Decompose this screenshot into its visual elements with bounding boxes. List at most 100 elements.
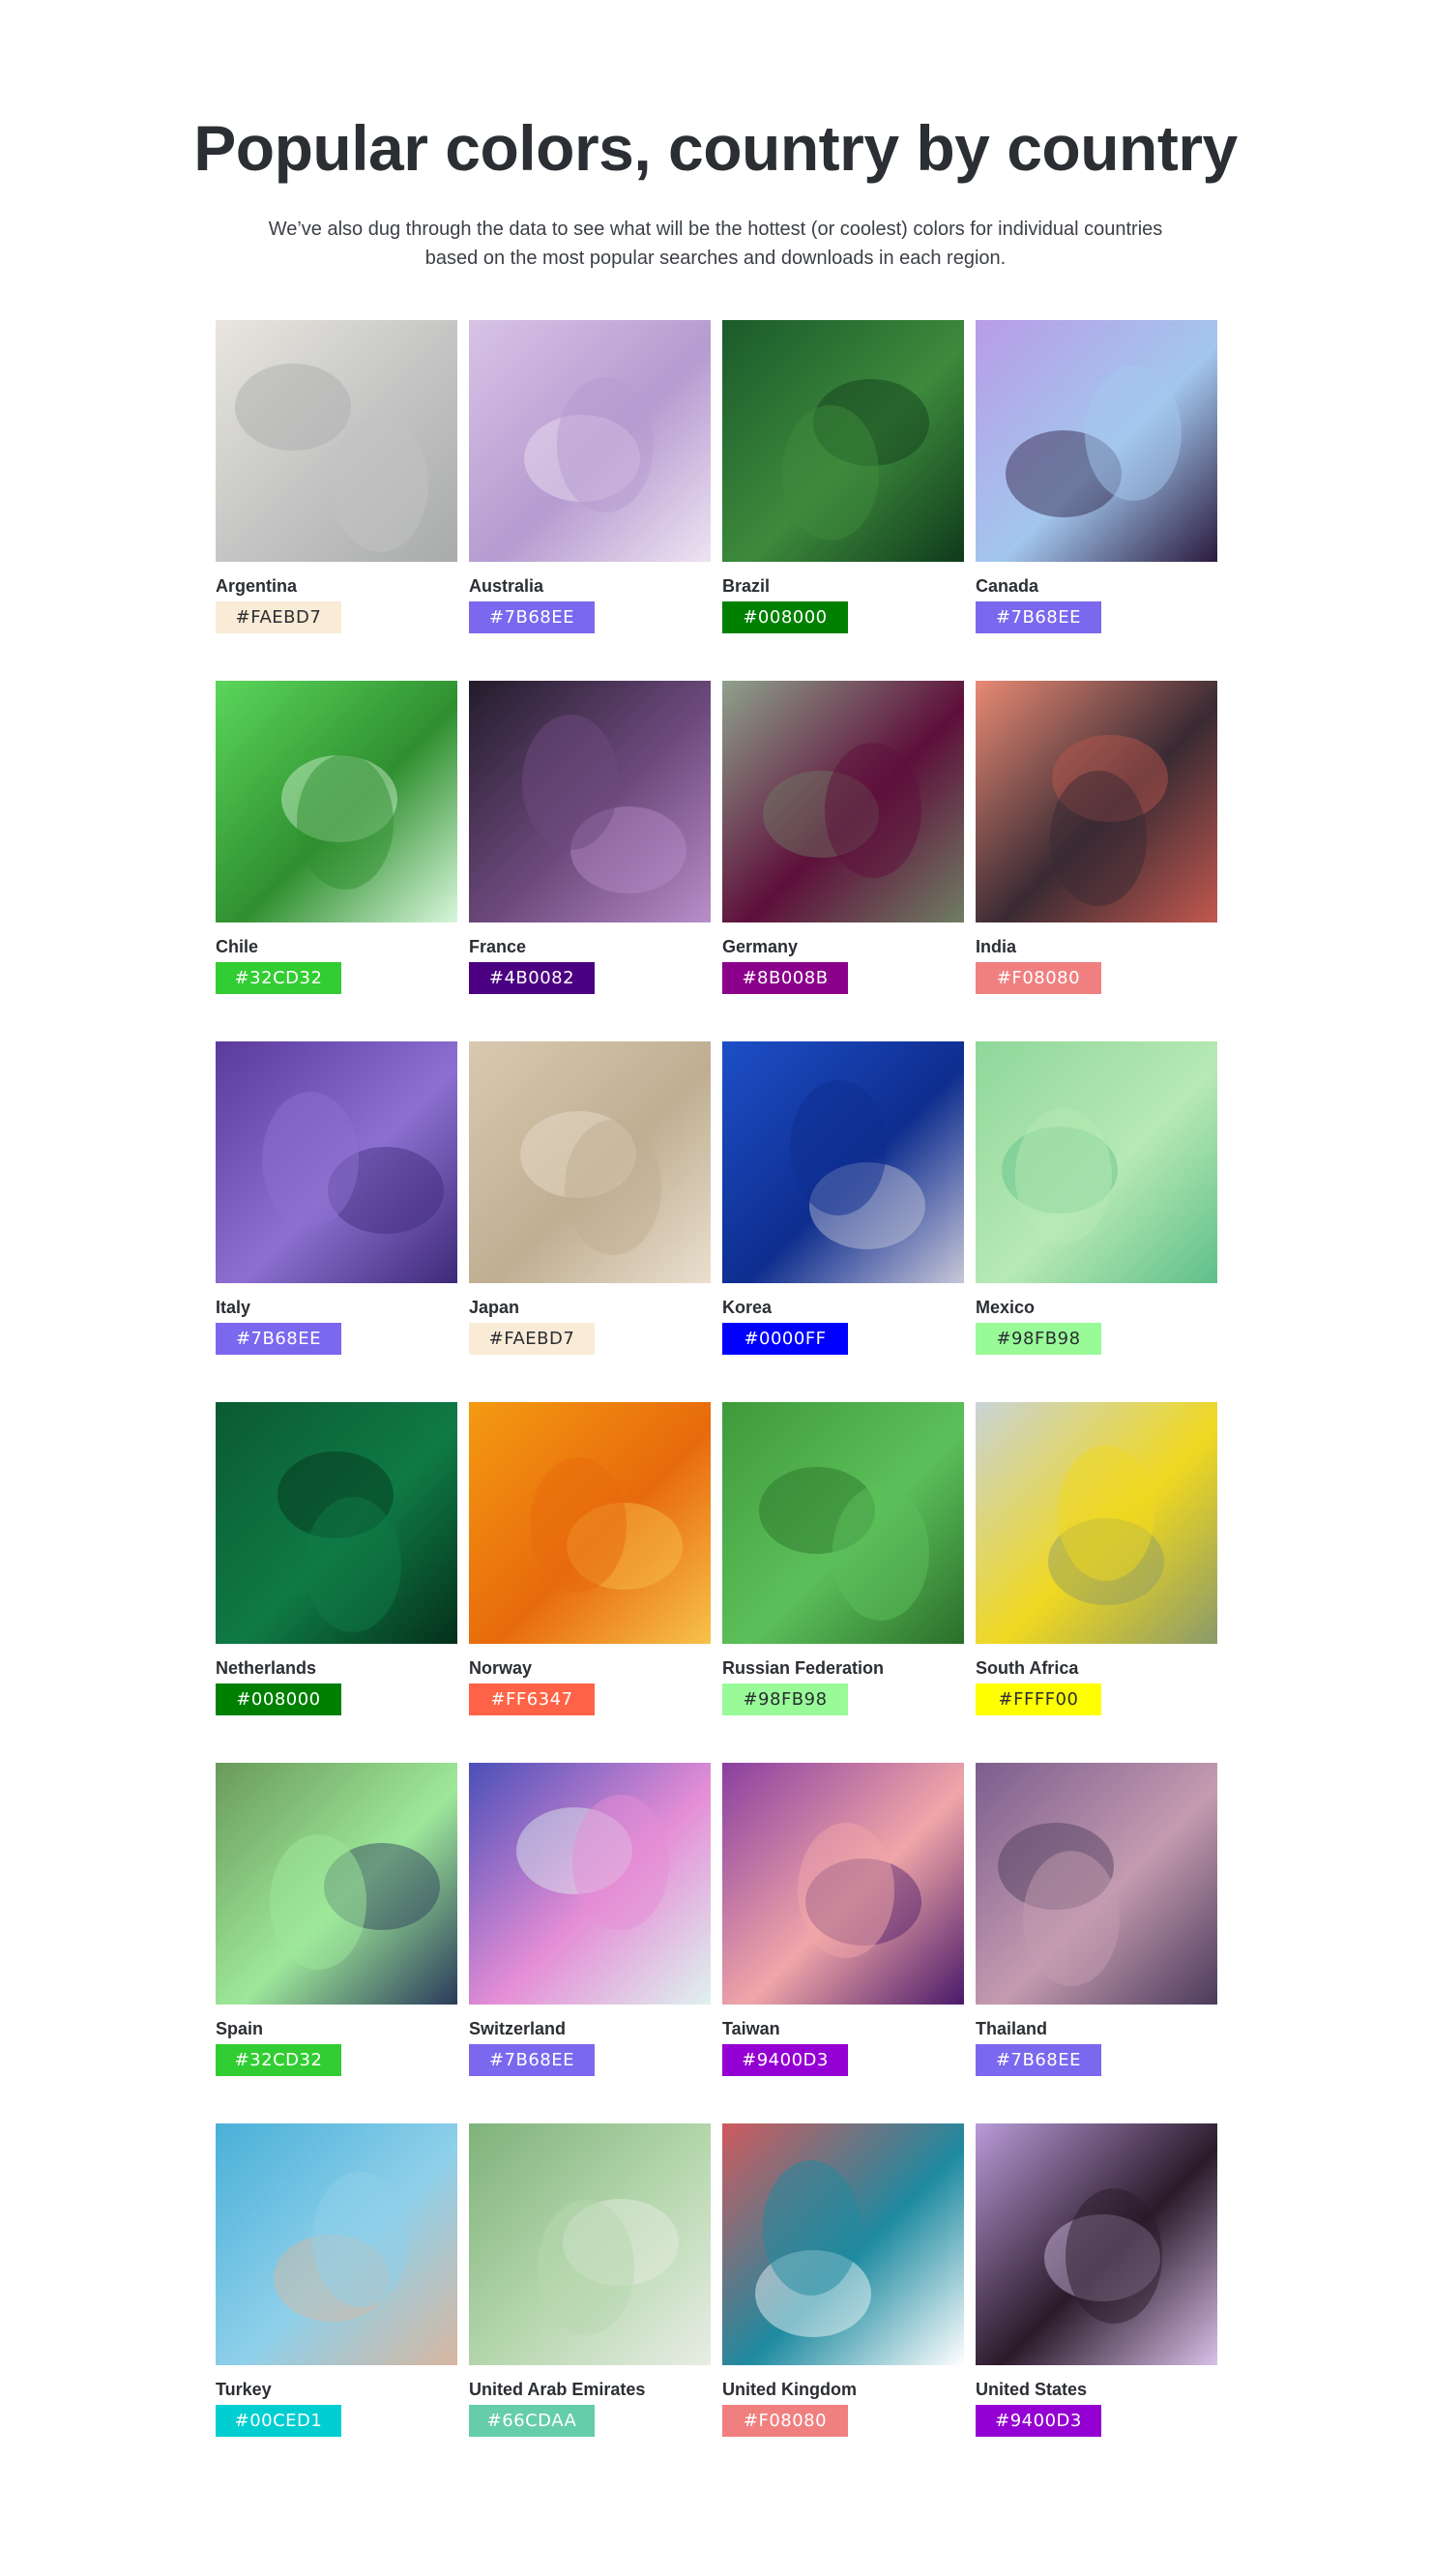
- runner-jumping-photo[interactable]: [976, 320, 1217, 562]
- country-name: Brazil: [722, 576, 771, 596]
- color-swatch[interactable]: #66CDAA: [469, 2405, 595, 2437]
- purple-tent-night-illustration[interactable]: [722, 1763, 964, 2005]
- color-swatch[interactable]: #FAEBD7: [469, 1323, 595, 1355]
- country-name: United Kingdom: [722, 2380, 857, 2399]
- pink-salt-lake-photo[interactable]: [469, 320, 711, 562]
- lavender-field-photo[interactable]: [216, 1041, 457, 1283]
- country-name: Italy: [216, 1298, 251, 1317]
- green-plant-illustration[interactable]: [216, 681, 457, 922]
- diver-underwater-photo[interactable]: [216, 1402, 457, 1644]
- country-card: France #4B0082: [469, 681, 711, 1041]
- country-card: Germany #8B008B: [722, 681, 964, 1041]
- cactus-fruit-photo[interactable]: [722, 681, 964, 922]
- country-card: Turkey #00CED1: [216, 2123, 457, 2484]
- color-swatch[interactable]: #8B008B: [722, 962, 848, 994]
- country-card: Spain #32CD32: [216, 1763, 457, 2123]
- color-swatch[interactable]: #7B68EE: [216, 1323, 341, 1355]
- color-swatch[interactable]: #0000FF: [722, 1323, 848, 1355]
- color-swatch[interactable]: #32CD32: [216, 2044, 341, 2076]
- country-card: United Kingdom #F08080: [722, 2123, 964, 2484]
- country-name: Mexico: [976, 1298, 1036, 1317]
- color-swatch[interactable]: #32CD32: [216, 962, 341, 994]
- color-swatch[interactable]: #FFFF00: [976, 1683, 1101, 1715]
- country-name: Germany: [722, 937, 799, 956]
- country-name: Argentina: [216, 576, 298, 596]
- country-name: Japan: [469, 1298, 520, 1317]
- country-card: United States #9400D3: [976, 2123, 1217, 2484]
- yellow-bird-flowers-photo[interactable]: [976, 1402, 1217, 1644]
- coral-canyon-photo[interactable]: [976, 681, 1217, 922]
- country-name: India: [976, 937, 1017, 956]
- blue-fabric-photo[interactable]: [722, 1041, 964, 1283]
- country-name: Spain: [216, 2019, 264, 2038]
- tennis-court-aerial-photo[interactable]: [722, 2123, 964, 2365]
- color-swatch[interactable]: #FF6347: [469, 1683, 595, 1715]
- woman-in-grass-photo[interactable]: [722, 1402, 964, 1644]
- country-name: Korea: [722, 1298, 773, 1317]
- country-name: Netherlands: [216, 1658, 317, 1678]
- country-card: South Africa #FFFF00: [976, 1402, 1217, 1763]
- page-title: Popular colors, country by country: [193, 112, 1238, 184]
- country-card: Taiwan #9400D3: [722, 1763, 964, 2123]
- green-leaves-photo[interactable]: [722, 320, 964, 562]
- country-card: Russian Federation #98FB98: [722, 1402, 964, 1763]
- country-card: Italy #7B68EE: [216, 1041, 457, 1402]
- country-name: France: [469, 937, 527, 956]
- country-name: Thailand: [976, 2019, 1048, 2038]
- country-name: Switzerland: [469, 2019, 567, 2038]
- country-card: Chile #32CD32: [216, 681, 457, 1041]
- country-card: Canada #7B68EE: [976, 320, 1217, 681]
- country-card: Mexico #98FB98: [976, 1041, 1217, 1402]
- country-card: India #F08080: [976, 681, 1217, 1041]
- woman-curly-hair-photo[interactable]: [976, 2123, 1217, 2365]
- color-swatch[interactable]: #9400D3: [722, 2044, 848, 2076]
- country-card: Thailand #7B68EE: [976, 1763, 1217, 2123]
- country-name: Chile: [216, 937, 259, 956]
- green-triangles-pattern[interactable]: [976, 1041, 1217, 1283]
- blue-terraces-photo[interactable]: [216, 2123, 457, 2365]
- purple-palm-leaf-photo[interactable]: [469, 1763, 711, 2005]
- couple-green-wall-photo[interactable]: [216, 1763, 457, 2005]
- color-swatch[interactable]: #F08080: [976, 962, 1101, 994]
- orange-panels-photo[interactable]: [469, 1402, 711, 1644]
- egg-on-linen-photo[interactable]: [469, 1041, 711, 1283]
- color-swatch[interactable]: #F08080: [722, 2405, 848, 2437]
- country-card: Switzerland #7B68EE: [469, 1763, 711, 2123]
- color-swatch[interactable]: #7B68EE: [469, 601, 595, 633]
- popular-colors-section: Popular colors, country by country We’ve…: [0, 0, 1431, 2576]
- sunset-beach-photo[interactable]: [976, 1763, 1217, 2005]
- color-swatch[interactable]: #98FB98: [976, 1323, 1101, 1355]
- country-card: Korea #0000FF: [722, 1041, 964, 1402]
- country-card: Australia #7B68EE: [469, 320, 711, 681]
- page-subtitle: We’ve also dug through the data to see w…: [268, 219, 1163, 269]
- country-card: Netherlands #008000: [216, 1402, 457, 1763]
- country-name: United Arab Emirates: [469, 2380, 646, 2399]
- country-name: Turkey: [216, 2380, 272, 2399]
- country-name: Taiwan: [722, 2019, 780, 2038]
- country-name: Australia: [469, 576, 544, 596]
- color-swatch[interactable]: #008000: [216, 1683, 341, 1715]
- color-swatch[interactable]: #98FB98: [722, 1683, 848, 1715]
- color-swatch[interactable]: #00CED1: [216, 2405, 341, 2437]
- country-card: Brazil #008000: [722, 320, 964, 681]
- country-name: Canada: [976, 576, 1039, 596]
- color-swatch[interactable]: #7B68EE: [976, 601, 1101, 633]
- country-card: Japan #FAEBD7: [469, 1041, 711, 1402]
- color-swatch[interactable]: #9400D3: [976, 2405, 1101, 2437]
- country-name: Russian Federation: [722, 1658, 885, 1678]
- country-card: Norway #FF6347: [469, 1402, 711, 1763]
- green-painted-hands-photo[interactable]: [469, 2123, 711, 2365]
- country-card: United Arab Emirates #66CDAA: [469, 2123, 711, 2484]
- country-name: United States: [976, 2380, 1088, 2399]
- country-grid: Argentina #FAEBD7 Australia #7B68EE Brazil #0…: [216, 320, 1217, 2484]
- color-swatch[interactable]: #FAEBD7: [216, 601, 341, 633]
- country-card: Argentina #FAEBD7: [216, 320, 457, 681]
- country-name: South Africa: [976, 1658, 1079, 1678]
- white-stairs-photo[interactable]: [216, 320, 457, 562]
- color-swatch[interactable]: #008000: [722, 601, 848, 633]
- country-name: Norway: [469, 1658, 533, 1678]
- color-swatch[interactable]: #7B68EE: [469, 2044, 595, 2076]
- eggplants-bowl-photo[interactable]: [469, 681, 711, 922]
- color-swatch[interactable]: #7B68EE: [976, 2044, 1101, 2076]
- color-swatch[interactable]: #4B0082: [469, 962, 595, 994]
